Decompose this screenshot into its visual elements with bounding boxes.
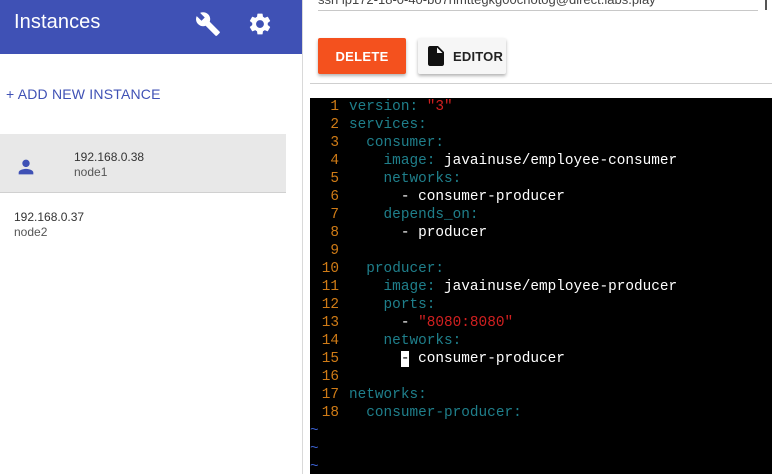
terminal-line: 4 image: javainuse/employee-consumer — [310, 152, 772, 170]
code-text: consumer: — [349, 134, 444, 152]
gear-icon[interactable] — [247, 11, 273, 37]
line-number: 4 — [330, 153, 339, 169]
code-text: networks: — [349, 170, 462, 188]
line-number: 6 — [330, 189, 339, 205]
line-number: 15 — [321, 351, 339, 367]
line-number: 13 — [321, 315, 339, 331]
terminal[interactable]: 1 version: "3" 2 services: 3 consumer: 4 imag… — [310, 98, 772, 474]
line-number: 5 — [330, 171, 339, 187]
yaml-key: version: — [349, 99, 419, 115]
editor-button[interactable]: EDITOR — [418, 38, 506, 74]
line-number: 10 — [321, 261, 339, 277]
terminal-line: 6 - consumer-producer — [310, 188, 772, 206]
terminal-line: 5 networks: — [310, 170, 772, 188]
code-text: image: javainuse/employee-producer — [349, 278, 678, 296]
yaml-value: - consumer-producer — [400, 189, 565, 205]
terminal-line: 11 image: javainuse/employee-producer — [310, 278, 772, 296]
yaml-value: consumer-producer — [409, 351, 565, 367]
terminal-line: 13 - "8080:8080" — [310, 314, 772, 332]
yaml-value: - — [400, 315, 419, 331]
yaml-key: producer: — [366, 261, 445, 277]
instance-name: node1 — [74, 165, 108, 179]
terminal-line: 9 — [310, 242, 772, 260]
line-number: 14 — [321, 333, 339, 349]
terminal-line: 18 consumer-producer: — [310, 404, 772, 422]
empty-line-tilde: ~ — [310, 423, 319, 439]
line-number: 8 — [330, 225, 339, 241]
yaml-key: services: — [349, 117, 427, 133]
terminal-line: 1 version: "3" — [310, 98, 772, 116]
yaml-value: - producer — [400, 225, 488, 241]
code-text: - producer — [349, 224, 487, 242]
terminal-line: 12 ports: — [310, 296, 772, 314]
code-text: networks: — [349, 332, 462, 350]
instance-item-node2[interactable]: 192.168.0.37 node2 — [0, 194, 286, 252]
add-new-instance-button[interactable]: + ADD NEW INSTANCE — [6, 86, 161, 102]
yaml-key: networks: — [383, 333, 462, 349]
wrench-icon[interactable] — [195, 11, 221, 37]
sidebar-title: Instances — [14, 11, 101, 33]
yaml-key: ports: — [383, 297, 436, 313]
instance-ip: 192.168.0.37 — [14, 210, 85, 224]
terminal-line: 17 networks: — [310, 386, 772, 404]
terminal-line: 16 — [310, 368, 772, 386]
code-text: image: javainuse/employee-consumer — [349, 152, 678, 170]
scroll-edge — [765, 0, 767, 10]
line-number: 9 — [330, 243, 339, 259]
ssh-command-field[interactable]: ssh ip172-18-0-40-bo7hmttegkg00chotog@di… — [318, 0, 758, 11]
yaml-string: "8080:8080" — [418, 315, 514, 331]
terminal-line: 8 - producer — [310, 224, 772, 242]
line-number: 1 — [330, 99, 339, 115]
editor-button-label: EDITOR — [453, 48, 504, 64]
code-text: version: "3" — [349, 98, 453, 116]
line-number: 11 — [321, 279, 339, 295]
instance-name: node2 — [14, 225, 48, 239]
terminal-line: 7 depends_on: — [310, 206, 772, 224]
delete-button[interactable]: DELETE — [318, 38, 406, 74]
yaml-value: javainuse/employee-producer — [435, 279, 678, 295]
yaml-key: networks: — [383, 171, 462, 187]
code-text: consumer-producer: — [349, 404, 522, 422]
terminal-line: 3 consumer: — [310, 134, 772, 152]
instance-item-node1[interactable]: 192.168.0.38 node1 — [0, 134, 286, 193]
yaml-key: consumer-producer: — [366, 405, 522, 421]
instances-sidebar: Instances + ADD NEW INSTANCE 192.168.0.3… — [0, 0, 303, 474]
code-text: depends_on: — [349, 206, 479, 224]
line-number: 17 — [321, 387, 339, 403]
line-number: 3 — [330, 135, 339, 151]
yaml-value: "3" — [418, 99, 453, 115]
line-number: 2 — [330, 117, 339, 133]
yaml-value: javainuse/employee-consumer — [435, 153, 678, 169]
code-text: ports: — [349, 296, 436, 314]
empty-line-tilde: ~ — [310, 459, 319, 474]
yaml-key: consumer: — [366, 135, 445, 151]
terminal-line: 14 networks: — [310, 332, 772, 350]
yaml-key: image: — [383, 279, 436, 295]
line-number: 12 — [321, 297, 339, 313]
code-text: producer: — [349, 260, 444, 278]
yaml-key: depends_on: — [383, 207, 479, 223]
terminal-line: 10 producer: — [310, 260, 772, 278]
code-text: networks: — [349, 386, 427, 404]
person-icon — [18, 159, 34, 175]
code-text: - consumer-producer — [349, 350, 565, 368]
yaml-key: networks: — [349, 387, 427, 403]
yaml-key: image: — [383, 153, 436, 169]
divider — [310, 83, 772, 84]
sidebar-header: Instances — [0, 0, 302, 54]
file-icon — [428, 46, 444, 66]
delete-button-label: DELETE — [335, 48, 389, 64]
code-text: services: — [349, 116, 427, 134]
line-number: 16 — [321, 369, 339, 385]
terminal-line: 2 services: — [310, 116, 772, 134]
line-number: 18 — [321, 405, 339, 421]
code-text: - "8080:8080" — [349, 314, 513, 332]
empty-line-tilde: ~ — [310, 441, 319, 457]
instance-ip: 192.168.0.38 — [74, 150, 145, 164]
code-text: - consumer-producer — [349, 188, 565, 206]
line-number: 7 — [330, 207, 339, 223]
terminal-line: 15 - consumer-producer — [310, 350, 772, 368]
